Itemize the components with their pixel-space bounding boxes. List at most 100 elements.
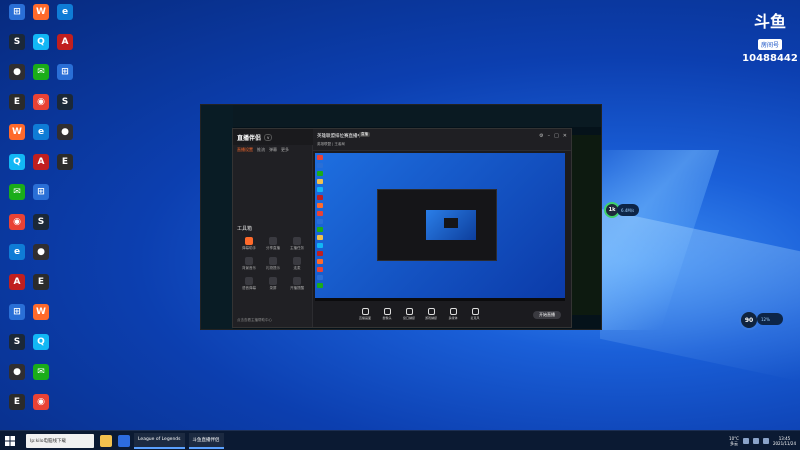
source-control[interactable]: 直播画面 bbox=[357, 308, 373, 320]
source-icon bbox=[471, 308, 479, 315]
network-icon[interactable] bbox=[742, 438, 749, 444]
app-icon: Q bbox=[33, 334, 49, 350]
desktop-icon[interactable]: E bbox=[6, 394, 28, 424]
desktop-icon[interactable]: A bbox=[6, 274, 28, 304]
desktop-icon[interactable]: ● bbox=[6, 64, 28, 94]
toolbox-item[interactable]: 连麦 bbox=[285, 257, 309, 271]
toolbox-item[interactable]: 分享直播 bbox=[261, 237, 285, 251]
tab-live-settings[interactable]: 直播设置 bbox=[237, 147, 253, 153]
clock[interactable]: 13:45 2021/11/24 bbox=[773, 436, 796, 446]
desktop-icon[interactable]: ● bbox=[30, 244, 52, 274]
toolbox-item[interactable]: 主播任务 bbox=[285, 237, 309, 251]
source-control[interactable]: 多媒体 bbox=[445, 308, 461, 320]
preview-icon bbox=[317, 179, 323, 184]
room-title[interactable]: 英雄联盟排位赛直播中 bbox=[317, 133, 362, 139]
desktop-icon[interactable]: ◉ bbox=[30, 94, 52, 124]
file-explorer-icon[interactable] bbox=[100, 434, 112, 447]
room-category[interactable]: 英雄联盟 | 王者局 bbox=[317, 142, 345, 147]
desktop-icon[interactable]: Q bbox=[6, 154, 28, 184]
volume-icon[interactable] bbox=[752, 438, 759, 444]
battery-icon[interactable] bbox=[762, 438, 769, 444]
desktop-icon[interactable]: W bbox=[6, 124, 28, 154]
desktop-icon[interactable]: e bbox=[30, 124, 52, 154]
app-icon: ⊞ bbox=[57, 64, 73, 80]
nested-preview-screen bbox=[426, 210, 476, 240]
version-chip[interactable]: v bbox=[264, 133, 273, 141]
room-number: 10488442 bbox=[742, 53, 798, 64]
desktop-icon[interactable]: ⊞ bbox=[6, 304, 28, 334]
app-icon: ✉ bbox=[33, 64, 49, 80]
taskbar-item-stream-app[interactable]: 斗鱼直播伴侣 bbox=[188, 432, 224, 449]
tab-more[interactable]: 更多 bbox=[281, 147, 289, 153]
settings-icon[interactable]: ⚙ bbox=[539, 133, 543, 139]
desktop-icon[interactable]: S bbox=[6, 34, 28, 64]
streaming-app-window[interactable]: 直播伴侣 v 直播设置 推流 弹幕 更多 工具箱 弹幕助手 分享直播 主播任务 背景音… bbox=[232, 128, 572, 328]
taskbar-search-box[interactable]: Ip:kilo电脑线下载 bbox=[26, 433, 94, 448]
source-control[interactable]: 窗口捕捉 bbox=[401, 308, 417, 320]
game-client-topbar bbox=[201, 105, 601, 127]
cpu-pill: 12% bbox=[757, 313, 783, 325]
desktop-icon[interactable]: Q bbox=[30, 34, 52, 64]
desktop-icon[interactable]: e bbox=[6, 244, 28, 274]
app-icon: ⊞ bbox=[9, 4, 25, 20]
desktop-icon[interactable]: S bbox=[6, 334, 28, 364]
tab-push[interactable]: 推流 bbox=[257, 147, 265, 153]
desktop-icon-grid: ⊞ S ● E W Q ✉ ◉ e A ⊞ S ● E W Q ✉ ◉ e A ⊞ S ● E W Q ✉ ◉ e A ⊞ S ● E bbox=[0, 0, 80, 430]
toolbox-item[interactable]: 录屏 bbox=[261, 277, 285, 291]
taskbar-item-game[interactable]: League of Legends bbox=[134, 432, 185, 449]
maximize-icon[interactable]: □ bbox=[554, 133, 559, 139]
desktop-icon[interactable]: S bbox=[54, 94, 76, 124]
desktop-icon[interactable]: A bbox=[54, 34, 76, 64]
desktop-icon[interactable]: E bbox=[54, 154, 76, 184]
help-footnote[interactable]: 点击查看主播帮助中心 bbox=[237, 318, 272, 323]
weather-readout[interactable]: 10°C 多云 bbox=[729, 436, 739, 446]
desktop-icon[interactable]: ◉ bbox=[30, 394, 52, 424]
tool-icon bbox=[293, 257, 301, 265]
desktop-icon[interactable]: E bbox=[6, 94, 28, 124]
start-stream-button[interactable]: 开始直播 bbox=[533, 311, 561, 319]
desktop-icon[interactable]: ✉ bbox=[6, 184, 28, 214]
source-icon bbox=[361, 308, 369, 315]
preview-icon bbox=[317, 243, 323, 248]
desktop-icon[interactable]: Q bbox=[30, 334, 52, 364]
toolbox-item[interactable]: 背景音乐 bbox=[237, 257, 261, 271]
toolbox-item[interactable]: 语音弹幕 bbox=[237, 277, 261, 291]
preview-desktop-icons bbox=[315, 153, 331, 293]
live-badge: 直播 bbox=[359, 132, 370, 137]
desktop-icon[interactable]: ✉ bbox=[30, 364, 52, 394]
desktop-icon[interactable]: ✉ bbox=[30, 64, 52, 94]
desktop-icon[interactable]: ● bbox=[6, 364, 28, 394]
toolbox-item[interactable]: 礼物提示 bbox=[261, 257, 285, 271]
desktop-icon[interactable]: ⊞ bbox=[30, 184, 52, 214]
preview-icon bbox=[317, 227, 323, 232]
desktop-icon[interactable]: A bbox=[30, 154, 52, 184]
source-control[interactable]: 游戏捕捉 bbox=[423, 308, 439, 320]
desktop-icon[interactable]: E bbox=[30, 274, 52, 304]
preview-icon bbox=[317, 259, 323, 264]
desktop-icon[interactable]: S bbox=[30, 214, 52, 244]
desktop-icon[interactable]: ⊞ bbox=[6, 4, 28, 34]
toolbox-item[interactable]: 开播提醒 bbox=[285, 277, 309, 291]
desktop-icon[interactable]: ● bbox=[54, 124, 76, 154]
stream-preview[interactable] bbox=[315, 153, 565, 303]
desktop-icon[interactable]: W bbox=[30, 4, 52, 34]
close-icon[interactable]: ✕ bbox=[563, 133, 567, 139]
preview-icon bbox=[317, 219, 323, 224]
tool-icon bbox=[269, 277, 277, 285]
start-button[interactable] bbox=[0, 431, 20, 450]
desktop-icon[interactable]: ⊞ bbox=[54, 64, 76, 94]
cpu-ring-widget[interactable]: 90 bbox=[739, 310, 759, 330]
desktop-icon[interactable]: ◉ bbox=[6, 214, 28, 244]
tool-icon bbox=[245, 277, 253, 285]
preview-icon bbox=[317, 155, 323, 160]
source-control[interactable]: 摄像头 bbox=[379, 308, 395, 320]
tab-danmaku[interactable]: 弹幕 bbox=[269, 147, 277, 153]
task-view-icon[interactable] bbox=[118, 434, 130, 447]
toolbox-item[interactable]: 弹幕助手 bbox=[237, 237, 261, 251]
desktop-icon[interactable]: W bbox=[30, 304, 52, 334]
desktop-icon[interactable]: e bbox=[54, 4, 76, 34]
app-icon: ● bbox=[57, 124, 73, 140]
source-control[interactable]: 麦克风 bbox=[467, 308, 483, 320]
minimize-icon[interactable]: – bbox=[548, 133, 551, 139]
app-icon: S bbox=[33, 214, 49, 230]
